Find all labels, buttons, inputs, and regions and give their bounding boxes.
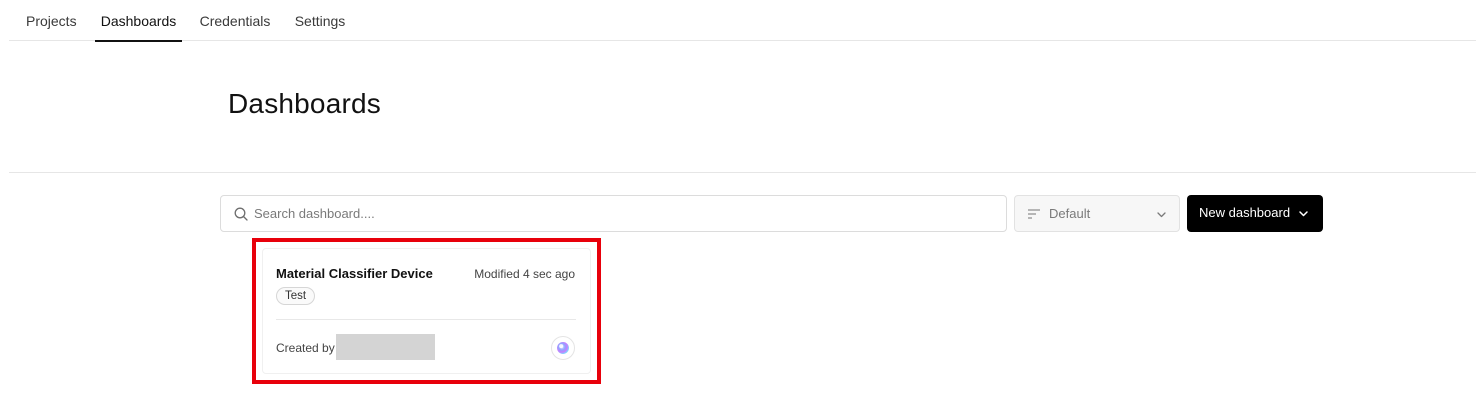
dashboard-card[interactable]: Material Classifier Device Modified 4 se… xyxy=(262,248,591,374)
section-divider xyxy=(9,172,1476,173)
new-dashboard-button[interactable]: New dashboard xyxy=(1187,195,1323,232)
search-box[interactable] xyxy=(220,195,1007,232)
dashboard-card-modified: Modified 4 sec ago xyxy=(474,267,575,281)
sort-lines-icon xyxy=(1028,209,1040,219)
search-icon xyxy=(234,207,248,221)
new-dashboard-button-label: New dashboard xyxy=(1199,205,1291,220)
tab-dashboards[interactable]: Dashboards xyxy=(95,0,182,42)
dashboard-card-tag: Test xyxy=(276,287,316,305)
top-navigation: Projects Dashboards Credentials Settings xyxy=(9,0,1476,42)
sort-select-value: Default xyxy=(1049,206,1091,221)
tab-credentials[interactable]: Credentials xyxy=(199,0,271,41)
tab-projects[interactable]: Projects xyxy=(26,0,77,41)
card-divider xyxy=(276,319,576,320)
redacted-username xyxy=(336,334,435,360)
chevron-down-icon xyxy=(1299,211,1308,217)
sort-select[interactable]: Default xyxy=(1014,195,1180,232)
dashboard-card-created-by: Created by xyxy=(276,341,335,355)
search-input[interactable] xyxy=(254,196,994,231)
tab-settings[interactable]: Settings xyxy=(294,0,346,41)
dashboard-card-title: Material Classifier Device xyxy=(276,266,433,281)
chevron-down-icon xyxy=(1157,212,1166,218)
avatar-icon[interactable] xyxy=(551,336,575,360)
page-title: Dashboards xyxy=(228,88,381,119)
